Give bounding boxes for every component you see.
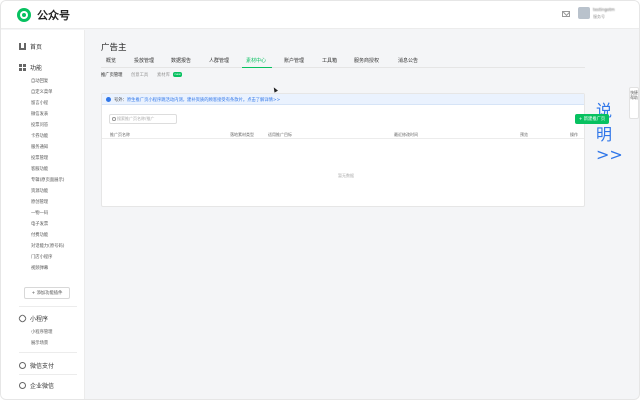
grid-icon [19,64,26,71]
main-tabs: 概览 投放管理 数据报告 人群管理 素材中心 账户管理 工具箱 服务商授权 消息… [101,57,585,68]
tab-audiences[interactable]: 人群管理 [209,57,229,64]
sidebar-section-miniprogram[interactable]: 小程序 [17,313,48,324]
sidebar-item[interactable]: 视频弹幕 [31,265,48,271]
tab-toolbox[interactable]: 工具箱 [322,57,337,64]
empty-state: 暂无数据 [338,173,354,178]
column-header: 预览 [520,132,528,137]
sidebar-item[interactable]: 门店小程序 [31,254,52,260]
tab-campaigns[interactable]: 投放管理 [134,57,154,64]
sidebar-section-wechat-pay[interactable]: 微信支付 [19,361,54,370]
divider [19,306,77,307]
wechat-logo-icon [17,8,31,22]
app-window: 公众号 testingotm 服务号 首页 功能 自动回复 自定义菜单 留言小程… [0,0,640,400]
search-input[interactable]: 搜索推广页名称/推广 [109,114,177,124]
column-header: 操作 [570,132,578,137]
sidebar-item[interactable]: 付费功能 [31,232,48,238]
tab-announcements[interactable]: 消息公告 [398,57,418,64]
active-tab-indicator [242,67,272,68]
app-title: 公众号 [37,9,70,22]
sidebar-item[interactable]: 服务通知 [31,144,48,150]
new-badge: new [173,72,183,77]
column-header: 最近修改时间 [394,132,418,137]
mail-icon[interactable] [562,11,570,17]
sidebar-item[interactable]: 对话能力(原号码) [31,243,64,249]
home-icon [19,43,26,50]
sidebar-item[interactable]: 微信发表 [31,111,48,117]
sidebar-item[interactable]: 留言小程 [31,100,48,106]
tab-provider-auth[interactable]: 服务商授权 [354,57,379,64]
search-icon [112,117,116,121]
column-header: 适用推广目标 [268,132,292,137]
sidebar-section-features[interactable]: 功能 [19,63,42,72]
info-icon [106,97,111,102]
sidebar-item[interactable]: 一物一码 [31,210,48,216]
notice-link[interactable]: 原生推广页小程序跳活动内测，建补资质的顾客接受有条款片。点击了解详情>> [127,98,280,103]
notice-more-link[interactable]: 说明>> [596,97,623,164]
sidebar-item[interactable]: 自定义菜单 [31,89,52,95]
sidebar-item[interactable]: 投票问答 [31,122,48,128]
column-header: 推广页名称 [110,132,130,137]
tab-accounts[interactable]: 账户管理 [284,57,304,64]
sidebar-section-work-wechat[interactable]: 企业微信 [19,381,54,390]
subtab-landing-pages[interactable]: 推广页管理 [101,72,122,78]
divider [19,374,77,375]
sidebar-item[interactable]: 客服功能 [31,166,48,172]
column-header: 落地素材类型 [230,132,254,137]
tab-assets[interactable]: 素材中心 [246,57,266,64]
account-name[interactable]: testingotm [593,7,615,12]
help-float-panel[interactable]: 快捷帮助 [629,87,639,119]
top-bar: 公众号 testingotm 服务号 [1,1,639,29]
work-wechat-icon [19,382,26,389]
tab-reports[interactable]: 数据报告 [171,57,191,64]
sidebar-item[interactable]: 小程序管理 [31,329,52,335]
subtab-asset-library[interactable]: 素材库 [157,72,170,78]
sidebar-item[interactable]: 卡券功能 [31,133,48,139]
notice-prefix: 号外： [114,97,127,103]
app-logo[interactable]: 公众号 [17,7,70,23]
notice-banner: 号外：原生推广页小程序跳活动内测，建补资质的顾客接受有条款片。点击了解详情>> [102,94,584,105]
avatar[interactable] [578,7,590,19]
account-type: 服务号 [593,14,605,19]
create-landing-page-button[interactable]: + 新建推广页 [575,114,609,124]
mouse-cursor-icon [272,86,278,93]
link-icon [17,313,28,324]
sidebar-item[interactable]: 资源功能 [31,188,48,194]
sidebar: 首页 功能 自动回复 自定义菜单 留言小程 微信发表 投票问答 卡券功能 服务通… [1,30,85,399]
sidebar-item[interactable]: 原创管理 [31,199,48,205]
sidebar-item[interactable]: 自动回复 [31,78,48,84]
page-title: 广告主 [101,43,127,53]
add-plugin-button[interactable]: + 添加功能插件 [24,287,70,299]
sidebar-item[interactable]: 展示场景 [31,340,48,346]
wallet-icon [19,362,26,369]
sidebar-item[interactable]: 电子发票 [31,221,48,227]
sidebar-item[interactable]: 投票管理 [31,155,48,161]
table-header: 推广页名称 落地素材类型 适用推广目标 最近修改时间 预览 操作 [102,131,584,139]
tab-overview[interactable]: 概览 [106,57,116,64]
content-card: 号外：原生推广页小程序跳活动内测，建补资质的顾客接受有条款片。点击了解详情>> … [101,93,623,207]
divider [19,352,77,353]
sidebar-item-home[interactable]: 首页 [19,42,42,51]
subtab-creative-tools[interactable]: 创意工具 [131,72,148,78]
sidebar-item[interactable]: 专辑(原页面展示) [31,177,64,183]
search-placeholder: 搜索推广页名称/推广 [117,116,155,121]
